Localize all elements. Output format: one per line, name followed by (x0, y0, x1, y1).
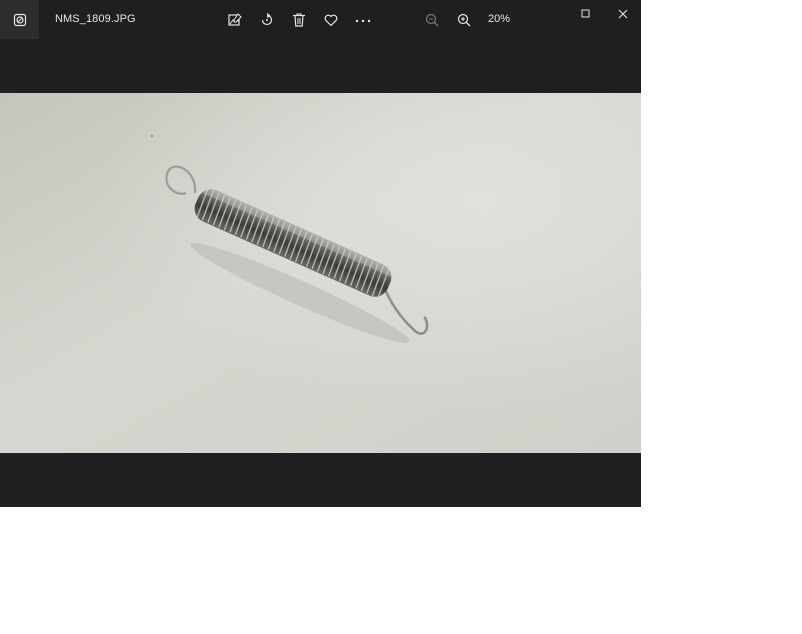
file-name: NMS_1809.JPG (55, 13, 136, 25)
photo-viewport[interactable] (0, 93, 641, 453)
zoom-in-button[interactable] (451, 7, 477, 33)
favorite-icon (324, 14, 338, 27)
photos-app-button[interactable] (0, 0, 39, 39)
delete-icon (293, 13, 305, 27)
zoom-level: 20% (488, 13, 511, 25)
maximize-icon (581, 9, 590, 18)
rotate-button[interactable] (254, 7, 280, 33)
maximize-button[interactable] (573, 1, 599, 27)
zoom-out-button[interactable] (419, 7, 445, 33)
title-bar: NMS_1809.JPG 20% (0, 0, 641, 39)
more-icon (355, 19, 371, 23)
zoom-out-icon (425, 13, 439, 27)
close-button[interactable] (610, 1, 636, 27)
more-options-button[interactable] (350, 7, 376, 33)
spring-photo (0, 93, 641, 453)
close-icon (618, 9, 628, 19)
rotate-icon (261, 13, 273, 26)
edit-image-icon (228, 13, 242, 26)
edit-image-button[interactable] (222, 7, 248, 33)
photos-app-window: NMS_1809.JPG 20% (0, 0, 641, 507)
zoom-in-icon (457, 13, 471, 27)
delete-button[interactable] (286, 7, 312, 33)
favorite-button[interactable] (318, 7, 344, 33)
photos-app-icon (13, 13, 26, 26)
